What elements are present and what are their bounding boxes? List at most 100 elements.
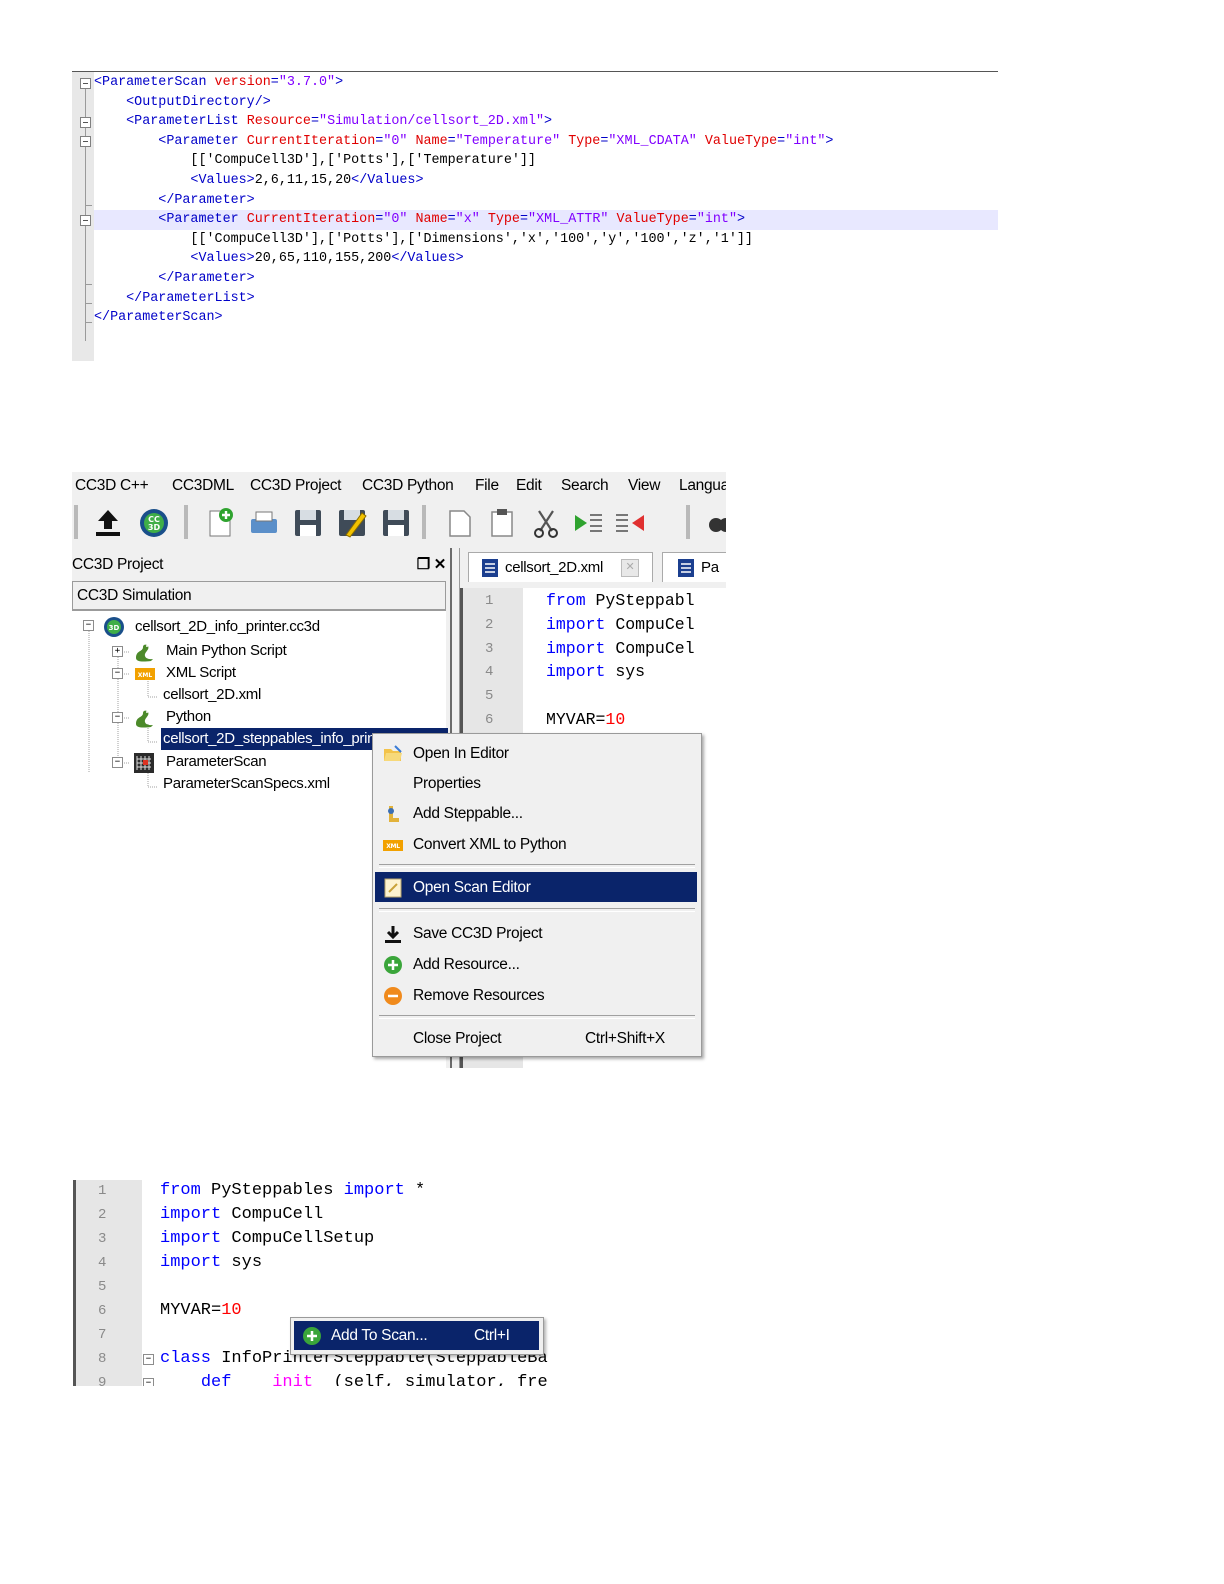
tab-cellsort-xml[interactable]: cellsort_2D.xml ✕: [468, 552, 653, 582]
steppable-icon: [388, 806, 399, 822]
xml-code-line[interactable]: <ParameterList Resource="Simulation/cell…: [94, 112, 998, 132]
code-line: MYVAR=10: [546, 710, 625, 729]
menu-cc3d-project[interactable]: CC3D Project: [250, 477, 341, 495]
xml-token: </Parameter>: [94, 271, 255, 286]
xml-token: >: [825, 133, 834, 149]
xml-file-icon: XML: [135, 668, 155, 680]
code-token: CompuCellSetup: [221, 1229, 375, 1248]
cc3d-logo-icon[interactable]: CC 3D: [138, 507, 170, 539]
fold-toggle[interactable]: [80, 117, 91, 128]
tab-label: cellsort_2D.xml: [505, 559, 604, 576]
xml-code-line[interactable]: </ParameterList>: [94, 289, 998, 309]
menu-item-add-steppable[interactable]: Add Steppable...: [375, 798, 697, 828]
code-line: def __init__(self, simulator, fre: [160, 1373, 548, 1386]
code-line: import CompuCellSetup: [160, 1229, 374, 1248]
xml-code-line[interactable]: <Parameter CurrentIteration="0" Name="x"…: [94, 210, 998, 231]
menu-cc3d-python[interactable]: CC3D Python: [362, 477, 454, 495]
xml-code-line[interactable]: [['CompuCell3D'],['Potts'],['Dimensions'…: [94, 230, 998, 250]
xml-token: <Parameter: [94, 212, 247, 228]
python-editor-panel[interactable]: 1 from PySteppables import * 2 import Compu…: [73, 1180, 616, 1386]
code-token: import: [343, 1181, 405, 1200]
tree-item-python[interactable]: Python: [166, 706, 211, 728]
add-to-scan-popup: Add To Scan... Ctrl+I: [290, 1317, 544, 1355]
tree-collapse-toggle[interactable]: −: [83, 620, 94, 631]
menu-item-convert-xml-to-python[interactable]: XML Convert XML to Python: [375, 829, 697, 859]
new-file-icon[interactable]: [204, 507, 236, 539]
print-icon[interactable]: [248, 507, 280, 539]
save-all-icon[interactable]: [380, 507, 412, 539]
cut-icon[interactable]: [530, 507, 562, 539]
tree-collapse-toggle[interactable]: −: [112, 668, 123, 679]
fold-toggle[interactable]: [80, 215, 91, 226]
code-token: def: [200, 1373, 232, 1386]
tree-item-xml-script[interactable]: XML Script: [166, 662, 236, 684]
xml-token: Name: [415, 212, 448, 228]
unindent-icon[interactable]: [614, 507, 646, 539]
menu-item-remove-resources[interactable]: Remove Resources: [375, 980, 697, 1010]
xml-code-line[interactable]: [['CompuCell3D'],['Potts'],['Temperature…: [94, 151, 998, 171]
menu-item-add-to-scan[interactable]: Add To Scan... Ctrl+I: [294, 1321, 539, 1350]
tab-parameter-scan[interactable]: Pa: [662, 552, 726, 582]
fold-toggle[interactable]: −: [143, 1378, 154, 1386]
svg-text:XML: XML: [386, 843, 400, 850]
fold-toggle[interactable]: [80, 78, 91, 89]
upload-icon[interactable]: [92, 507, 124, 539]
save-as-icon[interactable]: [336, 507, 368, 539]
tree-collapse-toggle[interactable]: −: [112, 712, 123, 723]
xml-code-line[interactable]: <OutputDirectory/>: [94, 93, 998, 113]
menu-file[interactable]: File: [475, 477, 499, 495]
tree-item-xml-file[interactable]: cellsort_2D.xml: [163, 684, 261, 706]
code-token: import: [160, 1229, 222, 1248]
menu-view[interactable]: View: [628, 477, 660, 495]
find-icon[interactable]: [702, 507, 726, 539]
menu-item-add-resource[interactable]: Add Resource...: [375, 949, 697, 979]
dock-title-bar: CC3D Project ❐ ✕: [72, 551, 450, 577]
xml-token: Type: [568, 133, 601, 149]
xml-editor-panel[interactable]: <ParameterScan version="3.7.0"> <OutputD…: [72, 71, 998, 361]
xml-token: >: [737, 212, 746, 228]
xml-code-line[interactable]: </Parameter>: [94, 269, 998, 289]
xml-token: "x": [455, 212, 480, 228]
code-line: import CompuCel: [546, 639, 695, 658]
menu-item-properties[interactable]: Properties: [375, 768, 697, 798]
xml-code-line[interactable]: <Parameter CurrentIteration="0" Name="Te…: [94, 132, 998, 152]
xml-code-line[interactable]: </ParameterScan>: [94, 308, 998, 328]
paste-icon[interactable]: [486, 507, 518, 539]
menu-item-open-in-editor[interactable]: Open In Editor: [375, 738, 697, 768]
menu-item-save-cc3d-project[interactable]: Save CC3D Project: [375, 918, 697, 948]
menu-cc3d-cpp[interactable]: CC3D C++: [75, 477, 149, 495]
xml-code-line[interactable]: </Parameter>: [94, 191, 998, 211]
dock-float-close-buttons[interactable]: ❐ ✕: [417, 555, 447, 573]
dock-title: CC3D Project: [72, 556, 164, 573]
code-line: import sys: [546, 662, 645, 681]
fold-toggle[interactable]: −: [143, 1354, 154, 1365]
tree-item-parameter-scan[interactable]: ParameterScan: [166, 751, 267, 773]
tree-header[interactable]: CC3D Simulation: [72, 581, 446, 611]
xml-code-line[interactable]: <Values>2,6,11,15,20</Values>: [94, 171, 998, 191]
tree-expand-toggle[interactable]: +: [112, 646, 123, 657]
tree-collapse-toggle[interactable]: −: [112, 757, 123, 768]
menu-search[interactable]: Search: [561, 477, 609, 495]
xml-code-line[interactable]: <Values>20,65,110,155,200</Values>: [94, 249, 998, 269]
menu-edit[interactable]: Edit: [516, 477, 542, 495]
xml-token: <ParameterScan: [94, 75, 215, 90]
menu-language[interactable]: Langua: [679, 477, 726, 495]
fold-toggle[interactable]: [80, 136, 91, 147]
cc3d-project-icon: 3D: [104, 617, 124, 637]
xml-code-line[interactable]: <ParameterScan version="3.7.0">: [94, 73, 998, 93]
tab-close-icon[interactable]: ✕: [621, 559, 639, 577]
indent-icon[interactable]: [572, 507, 604, 539]
tree-item-root[interactable]: cellsort_2D_info_printer.cc3d: [135, 616, 320, 638]
xml-token: =: [447, 133, 456, 149]
xml-token: ValueType: [616, 212, 689, 228]
tree-item-main-python-script[interactable]: Main Python Script: [166, 640, 287, 662]
menu-cc3dml[interactable]: CC3DML: [172, 477, 234, 495]
tree-item-parameter-scan-specs[interactable]: ParameterScanSpecs.xml: [163, 773, 330, 795]
menu-item-open-scan-editor[interactable]: Open Scan Editor: [375, 872, 697, 902]
menu-item-close-project[interactable]: Close Project Ctrl+Shift+X: [375, 1023, 697, 1053]
code-line: from PySteppables import *: [160, 1181, 425, 1200]
save-icon[interactable]: [292, 507, 324, 539]
copy-icon[interactable]: [444, 507, 476, 539]
code-token: sys: [221, 1253, 263, 1272]
